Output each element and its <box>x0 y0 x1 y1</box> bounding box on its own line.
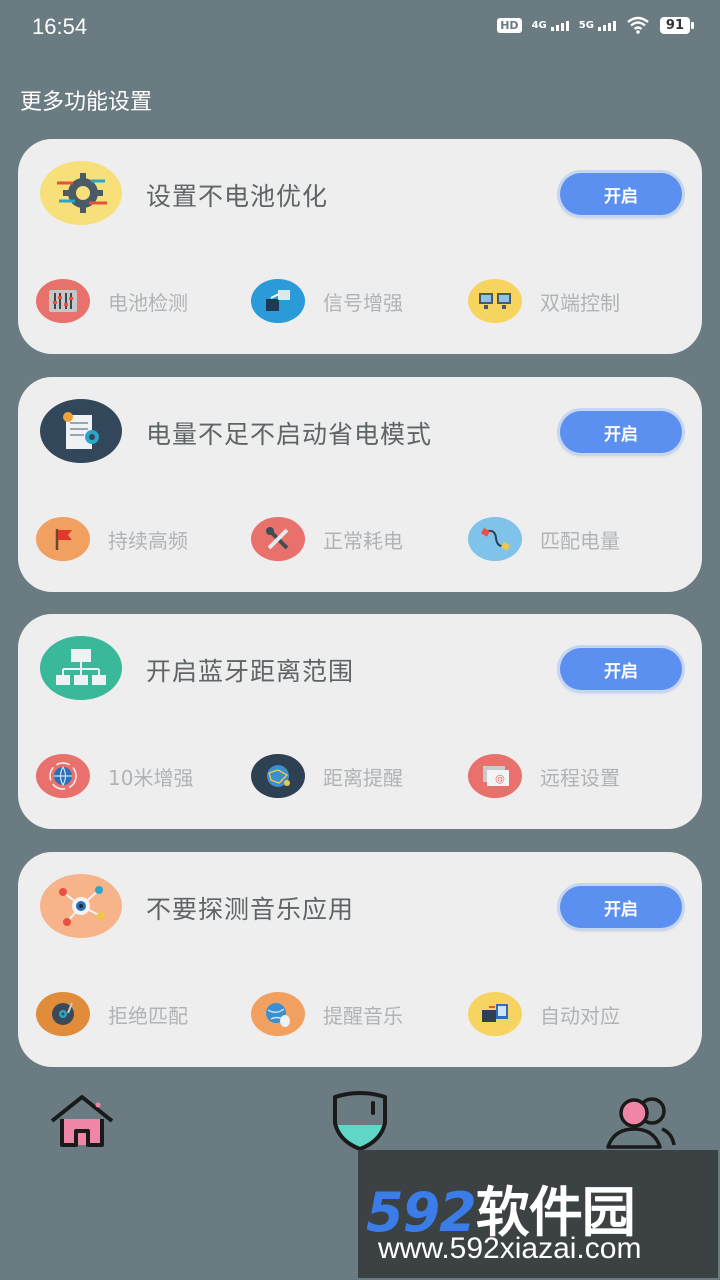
feature-distance-reminder[interactable]: 距离提醒 <box>251 754 403 798</box>
shield-icon <box>333 1091 387 1151</box>
home-icon <box>50 1095 114 1147</box>
open-button[interactable]: 开启 <box>560 886 682 928</box>
sitemap-icon <box>40 636 122 700</box>
card-battery-optimization: 设置不电池优化 开启 电池检测 信号增强 双端控制 <box>18 139 702 354</box>
feature-label: 正常耗电 <box>323 528 403 553</box>
feature-high-frequency[interactable]: 持续高频 <box>36 517 188 561</box>
card-power-saving: 电量不足不启动省电模式 开启 持续高频 正常耗电 匹配电量 <box>18 377 702 592</box>
feature-auto-correspond[interactable]: 自动对应 <box>468 992 620 1036</box>
device-transfer-icon <box>468 992 522 1036</box>
card-music-detection: 不要探测音乐应用 开启 拒绝匹配 提醒音乐 自动对应 <box>18 852 702 1067</box>
nav-protect[interactable] <box>320 1085 400 1155</box>
feature-label: 匹配电量 <box>540 528 620 553</box>
globe-mouse-icon <box>251 992 305 1036</box>
feature-label: 自动对应 <box>540 1003 620 1028</box>
feature-music-reminder[interactable]: 提醒音乐 <box>251 992 403 1036</box>
feature-label: 距离提醒 <box>323 765 403 790</box>
feature-label: 10米增强 <box>108 765 194 790</box>
users-icon <box>606 1097 676 1149</box>
feature-remote-settings[interactable]: @ 远程设置 <box>468 754 620 798</box>
card-title: 不要探测音乐应用 <box>146 895 355 924</box>
gear-flow-icon <box>40 161 122 225</box>
feature-label: 拒绝匹配 <box>108 1003 188 1028</box>
tools-icon <box>251 517 305 561</box>
svg-text:@: @ <box>495 774 505 785</box>
nav-home[interactable] <box>42 1085 122 1155</box>
open-button[interactable]: 开启 <box>560 173 682 215</box>
battery-icon: 91 <box>659 16 695 34</box>
document-settings-icon <box>40 399 122 463</box>
feature-label: 提醒音乐 <box>323 1003 403 1028</box>
status-bar: 16:54 HD 4G 5G 91 <box>0 0 720 56</box>
email-window-icon: @ <box>468 754 522 798</box>
status-time: 16:54 <box>32 14 88 39</box>
card-title: 设置不电池优化 <box>146 182 329 211</box>
open-button[interactable]: 开启 <box>560 411 682 453</box>
feature-match-power[interactable]: 匹配电量 <box>468 517 620 561</box>
feature-battery-check[interactable]: 电池检测 <box>36 279 188 323</box>
signal-5g-icon: 5G <box>579 20 616 31</box>
feature-label: 电池检测 <box>108 290 188 315</box>
feature-normal-consumption[interactable]: 正常耗电 <box>251 517 403 561</box>
watermark-url: www.592xiazai.com <box>378 1232 642 1265</box>
hd-icon: HD <box>497 17 522 33</box>
page-title: 更多功能设置 <box>20 90 153 115</box>
wifi-icon <box>627 16 649 34</box>
vinyl-record-icon <box>36 992 90 1036</box>
feature-signal-boost[interactable]: 信号增强 <box>251 279 403 323</box>
signal-4g-icon: 4G <box>532 20 569 31</box>
feature-reject-match[interactable]: 拒绝匹配 <box>36 992 188 1036</box>
globe-refresh-icon <box>36 754 90 798</box>
feature-10m-boost[interactable]: 10米增强 <box>36 754 193 798</box>
feature-label: 持续高频 <box>108 528 188 553</box>
card-title: 电量不足不启动省电模式 <box>146 420 433 449</box>
open-button[interactable]: 开启 <box>560 648 682 690</box>
feature-label: 信号增强 <box>323 290 403 315</box>
watermark: 592软件园 www.592xiazai.com <box>358 1150 718 1278</box>
equalizer-icon <box>36 279 90 323</box>
feature-label: 远程设置 <box>540 765 620 790</box>
card-bluetooth-range: 开启蓝牙距离范围 开启 10米增强 距离提醒 @ 远程设置 <box>18 614 702 829</box>
status-icons: HD 4G 5G 91 <box>497 16 695 34</box>
eye-network-icon <box>40 874 122 938</box>
feature-label: 双端控制 <box>540 290 620 315</box>
feature-dual-control[interactable]: 双端控制 <box>468 279 620 323</box>
nav-profile[interactable] <box>600 1085 680 1155</box>
cable-icon <box>468 517 522 561</box>
flag-icon <box>36 517 90 561</box>
dual-monitor-icon <box>468 279 522 323</box>
network-transfer-icon <box>251 279 305 323</box>
globe-network-icon <box>251 754 305 798</box>
card-title: 开启蓝牙距离范围 <box>146 657 355 686</box>
